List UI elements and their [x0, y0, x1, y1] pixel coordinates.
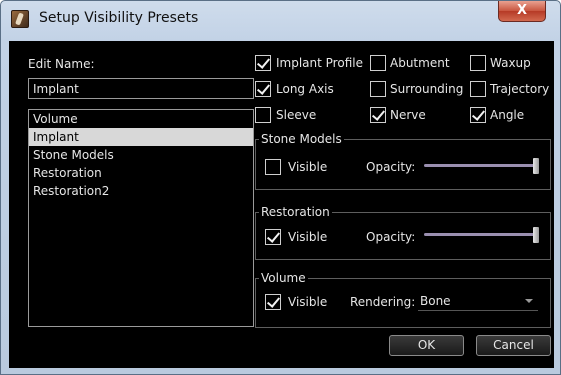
long-axis-checkbox[interactable]	[255, 81, 271, 97]
title-bar[interactable]: Setup Visibility Presets X	[1, 1, 560, 41]
preset-item-restoration2[interactable]: Restoration2	[29, 182, 253, 200]
abutment-checkbox[interactable]	[370, 55, 386, 71]
preset-list[interactable]: Volume Implant Stone Models Restoration …	[28, 109, 254, 327]
implant-profile-checkbox[interactable]	[255, 55, 271, 71]
window-title: Setup Visibility Presets	[39, 10, 199, 26]
restoration-visible-checkbox[interactable]	[265, 229, 281, 245]
restoration-visible-label: Visible	[288, 230, 328, 244]
dialog-window: Setup Visibility Presets X Edit Name: Im…	[0, 0, 561, 375]
name-field[interactable]: Implant	[28, 78, 254, 99]
stone-models-opacity-label: Opacity:	[366, 160, 416, 174]
stone-models-title: Stone Models	[259, 132, 344, 146]
waxup-checkbox[interactable]	[470, 55, 486, 71]
stone-models-visible-checkbox[interactable]	[265, 159, 281, 175]
chevron-down-icon	[525, 299, 533, 303]
implant-profile-label: Implant Profile	[276, 56, 363, 70]
app-tooth-icon	[11, 10, 29, 28]
volume-visible-checkbox[interactable]	[265, 294, 281, 310]
preset-item-volume[interactable]: Volume	[29, 110, 253, 128]
rendering-label: Rendering:	[350, 295, 416, 309]
close-button[interactable]: X	[498, 1, 546, 22]
preset-item-stone-models[interactable]: Stone Models	[29, 146, 253, 164]
restoration-title: Restoration	[259, 205, 332, 219]
cancel-button[interactable]: Cancel	[476, 335, 551, 356]
ok-button[interactable]: OK	[389, 335, 464, 356]
sleeve-label: Sleeve	[276, 108, 317, 122]
slider-handle[interactable]	[533, 158, 539, 174]
nerve-checkbox[interactable]	[370, 107, 386, 123]
slider-track	[424, 233, 539, 236]
surrounding-checkbox[interactable]	[370, 81, 386, 97]
preset-item-restoration[interactable]: Restoration	[29, 164, 253, 182]
preset-item-implant[interactable]: Implant	[29, 128, 253, 146]
waxup-label: Waxup	[490, 56, 531, 70]
slider-handle[interactable]	[533, 227, 539, 243]
sleeve-checkbox[interactable]	[255, 107, 271, 123]
volume-title: Volume	[259, 271, 308, 285]
rendering-select[interactable]: Bone	[418, 291, 538, 311]
restoration-opacity-label: Opacity:	[366, 230, 416, 244]
angle-checkbox[interactable]	[470, 107, 486, 123]
trajectory-label: Trajectory	[490, 82, 550, 96]
rendering-value: Bone	[420, 294, 451, 308]
volume-visible-label: Visible	[288, 295, 328, 309]
angle-label: Angle	[490, 108, 525, 122]
dialog-body: Edit Name: Implant Volume Implant Stone …	[9, 41, 554, 368]
surrounding-label: Surrounding	[390, 82, 464, 96]
stone-models-visible-label: Visible	[288, 160, 328, 174]
stone-models-opacity-slider[interactable]	[424, 158, 539, 174]
restoration-opacity-slider[interactable]	[424, 227, 539, 243]
long-axis-label: Long Axis	[276, 82, 334, 96]
slider-track	[424, 164, 539, 167]
nerve-label: Nerve	[390, 108, 426, 122]
trajectory-checkbox[interactable]	[470, 81, 486, 97]
edit-name-label: Edit Name:	[28, 57, 95, 71]
abutment-label: Abutment	[390, 56, 450, 70]
